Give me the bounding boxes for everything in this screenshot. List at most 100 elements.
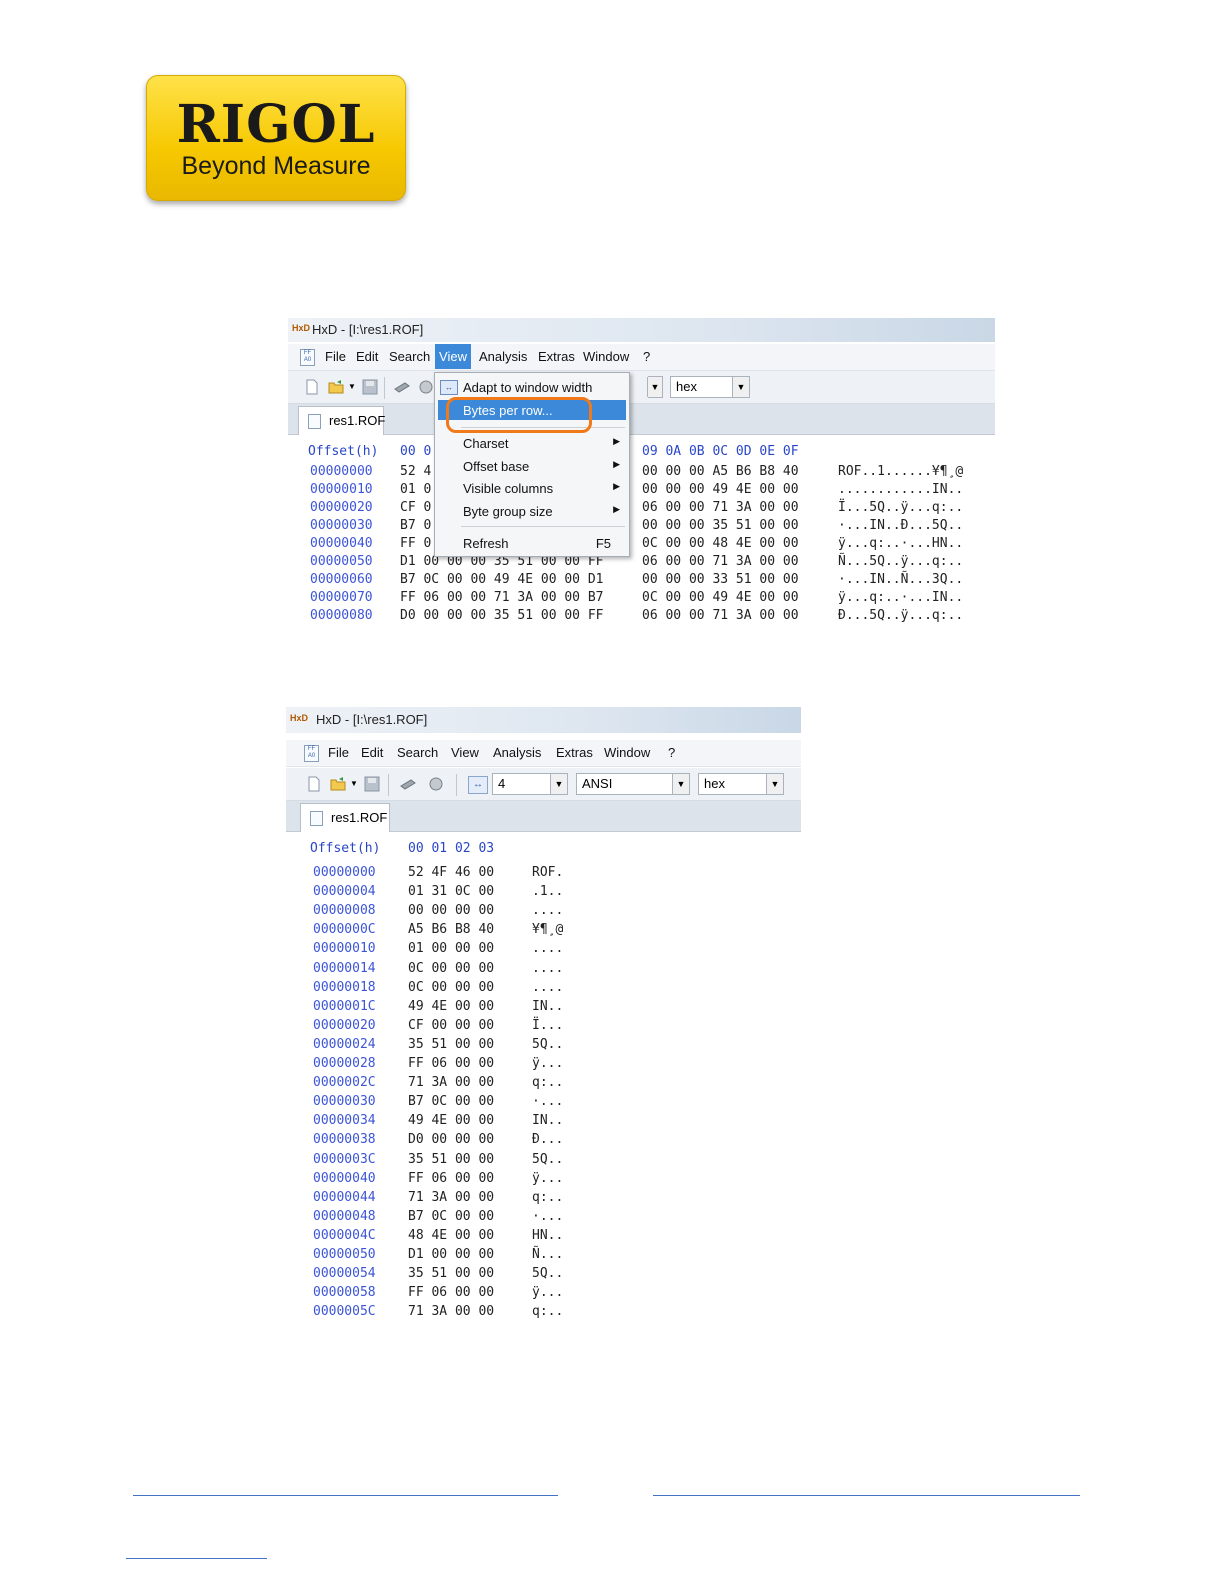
- table-row[interactable]: 00000050 D1 00 00 00 35 51 00 00 FF 06 00 …: [288, 554, 995, 572]
- open-dropdown-arrow[interactable]: ▼: [348, 382, 356, 391]
- menu-window[interactable]: Window: [604, 745, 650, 765]
- menu-item-label: Offset base: [463, 459, 530, 474]
- menu-extras[interactable]: Extras: [538, 349, 575, 369]
- menu-extras[interactable]: Extras: [556, 745, 593, 765]
- table-row[interactable]: 00000050 D1 00 00 00 Ñ...: [286, 1247, 801, 1266]
- table-row[interactable]: 00000034 49 4E 00 00 IN..: [286, 1113, 801, 1132]
- table-row[interactable]: 00000040 FF 0 0C 00 00 48 4E 00 00 ÿ...q:..…: [288, 536, 995, 554]
- bytes-per-row-combo[interactable]: 4 ▼: [492, 773, 568, 795]
- row-ascii: IN..: [532, 998, 564, 1014]
- row-bytes-right: 00 00 00 A5 B6 B8 40: [642, 464, 799, 479]
- table-row[interactable]: 00000044 71 3A 00 00 q:..: [286, 1190, 801, 1209]
- menu-edit[interactable]: Edit: [361, 745, 383, 765]
- table-row[interactable]: 00000014 0C 00 00 00....: [286, 961, 801, 980]
- table-row[interactable]: 0000001C 49 4E 00 00 IN..: [286, 999, 801, 1018]
- open-folder-icon[interactable]: [330, 776, 346, 792]
- table-row[interactable]: 00000030 B7 0C 00 00 ·...: [286, 1094, 801, 1113]
- table-row[interactable]: 00000080 D0 00 00 00 35 51 00 00 FF 06 00 …: [288, 608, 995, 626]
- row-bytes-left: B7 0: [400, 518, 432, 533]
- open-folder-icon[interactable]: [328, 379, 344, 395]
- bytes-per-row-combo[interactable]: ▼: [647, 376, 663, 398]
- table-row[interactable]: 0000002C 71 3A 00 00 q:..: [286, 1075, 801, 1094]
- table-row[interactable]: 00000060 B7 0C 00 00 49 4E 00 00 D1 00 00 …: [288, 572, 995, 590]
- menu-item-visible-columns[interactable]: Visible columns ▶: [435, 478, 629, 498]
- tab-label: res1.ROF: [331, 810, 388, 825]
- menu-file[interactable]: File: [325, 349, 346, 369]
- menu-item-refresh[interactable]: Refresh F5: [435, 533, 629, 553]
- table-row[interactable]: 00000010 01 0 00 00 00 49 4E 00 00........…: [288, 482, 995, 500]
- tab-bar: res1.ROF: [286, 801, 801, 832]
- chevron-down-icon[interactable]: ▼: [550, 774, 567, 794]
- chevron-down-icon[interactable]: ▼: [766, 774, 783, 794]
- menu-view[interactable]: View: [451, 745, 479, 765]
- menu-item-label: Refresh: [463, 536, 509, 551]
- table-row[interactable]: 00000030 B7 0 00 00 00 35 51 00 00 ·...IN..…: [288, 518, 995, 536]
- menu-window[interactable]: Window: [583, 349, 629, 369]
- table-row[interactable]: 0000004C 48 4E 00 00 HN..: [286, 1228, 801, 1247]
- table-row[interactable]: 00000024 35 51 00 00 5Q..: [286, 1037, 801, 1056]
- hex-view[interactable]: Offset(h) 00 0 09 0A 0B 0C 0D 0E 0F 0000…: [288, 442, 995, 628]
- menu-file[interactable]: File: [328, 745, 349, 765]
- table-row[interactable]: 00000040 FF 06 00 00 ÿ...: [286, 1171, 801, 1190]
- base-combo[interactable]: hex ▼: [698, 773, 784, 795]
- disk-icon[interactable]: [418, 379, 434, 395]
- menu-search[interactable]: Search: [397, 745, 438, 765]
- chevron-down-icon[interactable]: ▼: [732, 377, 749, 397]
- table-row[interactable]: 00000070 FF 06 00 00 71 3A 00 00 B7 0C 00 …: [288, 590, 995, 608]
- menu-help[interactable]: ?: [643, 349, 650, 369]
- charset-combo[interactable]: ANSI ▼: [576, 773, 690, 795]
- row-ascii: ÿ...: [532, 1285, 564, 1301]
- table-row[interactable]: 00000008 00 00 00 00....: [286, 903, 801, 922]
- document-icon[interactable]: FF A0: [304, 745, 319, 762]
- table-row[interactable]: 0000005C 71 3A 00 00 q:..: [286, 1304, 801, 1319]
- menu-analysis[interactable]: Analysis: [493, 745, 541, 765]
- row-offset: 00000040: [310, 536, 373, 551]
- menu-item-offset-base[interactable]: Offset base ▶: [435, 456, 629, 476]
- table-row[interactable]: 00000020 CF 0 06 00 00 71 3A 00 00 Ï...5Q..…: [288, 500, 995, 518]
- menu-item-charset[interactable]: Charset ▶: [435, 433, 629, 453]
- table-row[interactable]: 0000000C A5 B6 B8 40 ¥¶¸@: [286, 922, 801, 941]
- adapt-width-icon[interactable]: ↔: [468, 776, 488, 794]
- menu-help[interactable]: ?: [668, 745, 675, 765]
- menu-view[interactable]: View: [435, 344, 471, 369]
- table-row[interactable]: 00000054 35 51 00 00 5Q..: [286, 1266, 801, 1285]
- table-row[interactable]: 00000020 CF 00 00 00 Ï...: [286, 1018, 801, 1037]
- chevron-down-icon[interactable]: ▼: [672, 774, 689, 794]
- table-row[interactable]: 00000028 FF 06 00 00 ÿ...: [286, 1056, 801, 1075]
- table-row[interactable]: 00000038 D0 00 00 00 Ð...: [286, 1132, 801, 1151]
- table-row[interactable]: 0000003C 35 51 00 00 5Q..: [286, 1152, 801, 1171]
- new-file-icon[interactable]: [304, 379, 320, 395]
- chevron-down-icon[interactable]: ▼: [647, 377, 662, 397]
- row-bytes: FF 06 00 00: [408, 1285, 495, 1301]
- logo-brand: RIGOL: [176, 94, 376, 155]
- table-row[interactable]: 00000048 B7 0C 00 00 ·...: [286, 1209, 801, 1228]
- table-row[interactable]: 00000010 01 00 00 00....: [286, 941, 801, 960]
- tab-res1[interactable]: res1.ROF: [298, 406, 385, 435]
- table-row[interactable]: 00000004 01 31 0C 00 .1..: [286, 884, 801, 903]
- tab-res1[interactable]: res1.ROF: [300, 803, 390, 832]
- menu-item-adapt-width[interactable]: ↔ Adapt to window width: [435, 377, 629, 397]
- ram-icon[interactable]: [394, 379, 410, 395]
- save-icon[interactable]: [362, 379, 378, 395]
- window-title: HxD - [I:\res1.ROF]: [312, 322, 424, 337]
- hex-view[interactable]: Offset(h) 00 01 02 03 00000000 52 4F 46 0…: [286, 841, 801, 1319]
- table-row[interactable]: 00000018 0C 00 00 00....: [286, 980, 801, 999]
- new-file-icon[interactable]: [306, 776, 322, 792]
- row-ascii: ....: [532, 979, 564, 995]
- row-offset: 00000054: [313, 1266, 376, 1282]
- row-ascii: ............IN..: [838, 482, 964, 497]
- ram-icon[interactable]: [400, 776, 416, 792]
- document-icon[interactable]: FF A0: [300, 349, 315, 366]
- open-dropdown-arrow[interactable]: ▼: [350, 779, 358, 788]
- toolbar-separator: [384, 377, 385, 399]
- save-icon[interactable]: [364, 776, 380, 792]
- table-row[interactable]: 00000000 52 4F 46 00 ROF.: [286, 865, 801, 884]
- disk-icon[interactable]: [428, 776, 444, 792]
- menu-analysis[interactable]: Analysis: [479, 349, 527, 369]
- table-row[interactable]: 00000000 52 4 00 00 00 A5 B6 B8 40 ROF..1..…: [288, 464, 995, 482]
- base-combo[interactable]: hex ▼: [670, 376, 750, 398]
- menu-edit[interactable]: Edit: [356, 349, 378, 369]
- table-row[interactable]: 00000058 FF 06 00 00 ÿ...: [286, 1285, 801, 1304]
- menu-search[interactable]: Search: [389, 349, 430, 369]
- menu-item-byte-group-size[interactable]: Byte group size ▶: [435, 501, 629, 521]
